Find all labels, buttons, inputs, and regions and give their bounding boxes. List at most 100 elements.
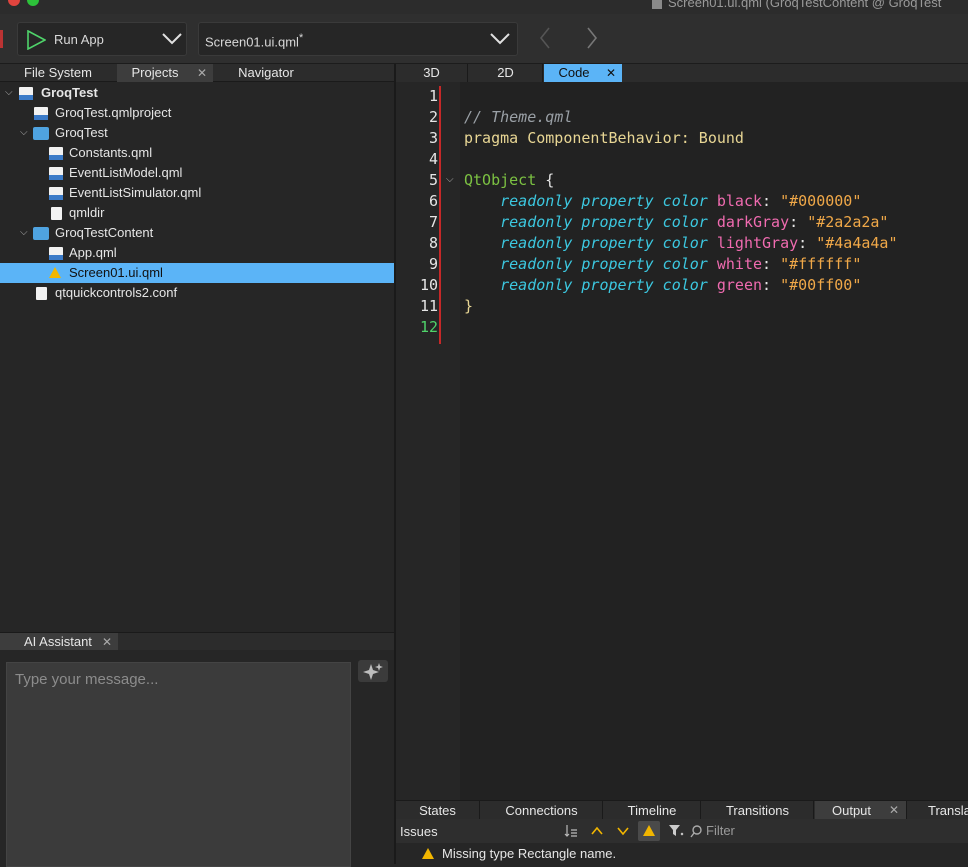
chevron-down-icon[interactable]: ⌵ xyxy=(20,223,28,243)
filter-icon[interactable] xyxy=(668,824,684,838)
tab-states[interactable]: States xyxy=(396,801,480,820)
chevron-down-icon[interactable] xyxy=(616,825,630,837)
tree-item-qmldir[interactable]: qmldir xyxy=(0,203,394,223)
code-line-10: readonly property color green: "#00ff00" xyxy=(500,276,862,294)
qml-file-icon xyxy=(49,147,63,160)
sparkle-icon xyxy=(363,663,383,680)
modified-marker: * xyxy=(298,32,304,44)
run-app-button[interactable]: Run App xyxy=(17,22,187,56)
code-line-7: readonly property color darkGray: "#2a2a… xyxy=(500,213,889,231)
file-icon xyxy=(51,207,62,220)
zoom-window-button[interactable] xyxy=(27,0,39,6)
tab-translations[interactable]: Transla xyxy=(908,801,968,820)
tree-item-constants[interactable]: Constants.qml xyxy=(0,143,394,163)
line-number: 11 xyxy=(419,297,438,315)
qml-file-icon xyxy=(49,187,63,200)
back-arrow-icon[interactable] xyxy=(538,24,552,52)
tree-item-qmlproject[interactable]: GroqTest.qmlproject xyxy=(0,103,394,123)
code-line-9: readonly property color white: "#ffffff" xyxy=(500,255,862,273)
line-number: 2 xyxy=(428,108,438,126)
close-icon[interactable]: ✕ xyxy=(197,67,207,79)
chevron-down-icon[interactable]: ⌵ xyxy=(20,123,28,143)
code-line-8: readonly property color lightGray: "#4a4… xyxy=(500,234,898,252)
warning-icon xyxy=(643,825,655,836)
fold-chevron-icon[interactable]: ⌵ xyxy=(446,174,454,185)
line-number: 9 xyxy=(428,255,438,273)
qmlproject-file-icon xyxy=(34,107,48,120)
line-number: 1 xyxy=(428,87,438,105)
close-window-button[interactable] xyxy=(8,0,20,6)
line-number: 10 xyxy=(419,276,438,294)
folder-icon xyxy=(33,127,49,140)
tree-item-folder-groqtestcontent[interactable]: ⌵ GroqTestContent xyxy=(0,223,394,243)
line-number-gutter: 1 2 3 4 5 6 7 8 9 10 11 12 ⌵ xyxy=(396,82,460,800)
line-number: 6 xyxy=(428,192,438,210)
tree-item-eventlistmodel[interactable]: EventListModel.qml xyxy=(0,163,394,183)
ai-message-input[interactable]: Type your message... xyxy=(6,662,351,867)
code-line-5: QtObject { xyxy=(464,171,555,189)
tree-item-qtquickcontrols2[interactable]: qtquickcontrols2.conf xyxy=(0,283,394,303)
current-line-number: 12 xyxy=(419,318,438,336)
bottom-panel-tabs: States Connections Timeline Transitions … xyxy=(396,800,968,820)
tab-connections[interactable]: Connections xyxy=(481,801,603,820)
tree-item-eventlistsimulator[interactable]: EventListSimulator.qml xyxy=(0,183,394,203)
filter-input[interactable]: Filter xyxy=(686,822,856,840)
ai-assistant-tabbar: AI Assistant ✕ xyxy=(0,632,394,651)
line-number: 5 xyxy=(428,171,438,189)
close-icon[interactable]: ✕ xyxy=(606,67,616,79)
tab-timeline[interactable]: Timeline xyxy=(604,801,701,820)
tab-file-system[interactable]: File System xyxy=(0,64,116,82)
tab-2d[interactable]: 2D xyxy=(469,64,543,82)
tab-ai-assistant[interactable]: AI Assistant ✕ xyxy=(0,633,118,651)
file-icon xyxy=(36,287,47,300)
forward-arrow-icon[interactable] xyxy=(585,24,599,52)
close-icon[interactable]: ✕ xyxy=(889,804,899,816)
left-panel-tabs: File System Projects ✕ Navigator xyxy=(0,64,394,82)
chevron-down-icon[interactable]: ⌵ xyxy=(5,83,13,103)
toolbar: Run App Screen01.ui.qml* xyxy=(0,14,968,64)
line-number: 7 xyxy=(428,213,438,231)
tree-item-project-root[interactable]: ⌵ GroqTest xyxy=(0,83,394,103)
tab-3d[interactable]: 3D xyxy=(396,64,468,82)
document-selector[interactable]: Screen01.ui.qml* xyxy=(198,22,518,56)
editor-tabs: 3D 2D Code ✕ xyxy=(396,64,968,82)
sort-icon[interactable] xyxy=(564,824,578,838)
issue-item[interactable]: Missing type Rectangle name. xyxy=(396,843,968,864)
warning-icon xyxy=(49,267,61,278)
tree-item-app[interactable]: App.qml xyxy=(0,243,394,263)
play-icon xyxy=(27,30,46,50)
line-number: 4 xyxy=(428,150,438,168)
folder-icon xyxy=(33,227,49,240)
tab-code[interactable]: Code ✕ xyxy=(544,64,622,82)
search-icon xyxy=(690,825,702,838)
qml-file-icon xyxy=(49,247,63,260)
show-warnings-toggle[interactable] xyxy=(638,821,660,841)
tree-item-screen01[interactable]: Screen01.ui.qml xyxy=(0,263,394,283)
chevron-up-icon[interactable] xyxy=(590,825,604,837)
project-tree: ⌵ GroqTest GroqTest.qmlproject ⌵ GroqTes… xyxy=(0,82,394,630)
ai-sparkle-button[interactable] xyxy=(358,660,388,682)
tab-output[interactable]: Output ✕ xyxy=(815,801,907,820)
code-editor[interactable]: 1 2 3 4 5 6 7 8 9 10 11 12 ⌵ // Theme.qm… xyxy=(396,82,968,800)
chevron-down-icon[interactable] xyxy=(489,32,511,46)
tree-item-folder-groqtest[interactable]: ⌵ GroqTest xyxy=(0,123,394,143)
toolbar-edge-marker xyxy=(0,30,3,48)
qml-project-icon xyxy=(19,87,33,100)
ai-assistant-panel: Type your message... xyxy=(0,650,394,867)
line-number: 8 xyxy=(428,234,438,252)
tab-transitions[interactable]: Transitions xyxy=(702,801,814,820)
document-icon xyxy=(652,0,662,9)
tab-navigator[interactable]: Navigator xyxy=(214,64,318,82)
chevron-down-icon[interactable] xyxy=(161,32,183,46)
tab-projects[interactable]: Projects ✕ xyxy=(117,64,213,82)
window-title: Screen01.ui.qml (GroqTestContent @ GroqT… xyxy=(652,0,941,10)
issues-toolbar: Issues Filter xyxy=(396,819,968,843)
title-bar: Screen01.ui.qml (GroqTestContent @ GroqT… xyxy=(0,0,968,14)
document-selector-label: Screen01.ui.qml* xyxy=(205,32,304,50)
code-line-6: readonly property color black: "#000000" xyxy=(500,192,862,210)
close-icon[interactable]: ✕ xyxy=(102,636,112,648)
code-line-3: pragma ComponentBehavior: Bound xyxy=(464,129,744,147)
run-app-label: Run App xyxy=(54,32,104,47)
qml-file-icon xyxy=(49,167,63,180)
change-marker-bar xyxy=(439,86,441,344)
